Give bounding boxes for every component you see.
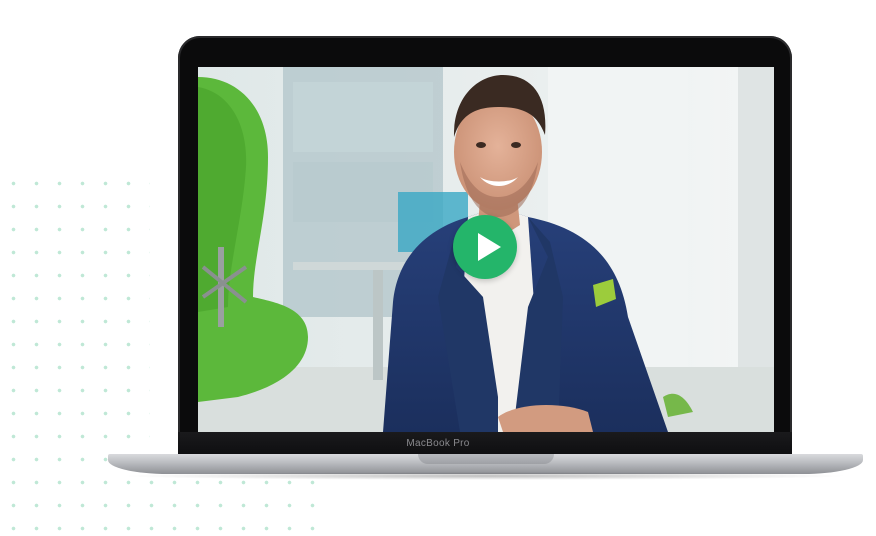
- laptop-mockup: MacBook Pro: [0, 0, 876, 536]
- play-icon: [478, 233, 501, 261]
- laptop-opening-notch: [418, 454, 554, 464]
- laptop-brand-label: MacBook Pro: [406, 438, 470, 449]
- play-button[interactable]: [453, 215, 517, 279]
- laptop-shadow: [120, 472, 850, 480]
